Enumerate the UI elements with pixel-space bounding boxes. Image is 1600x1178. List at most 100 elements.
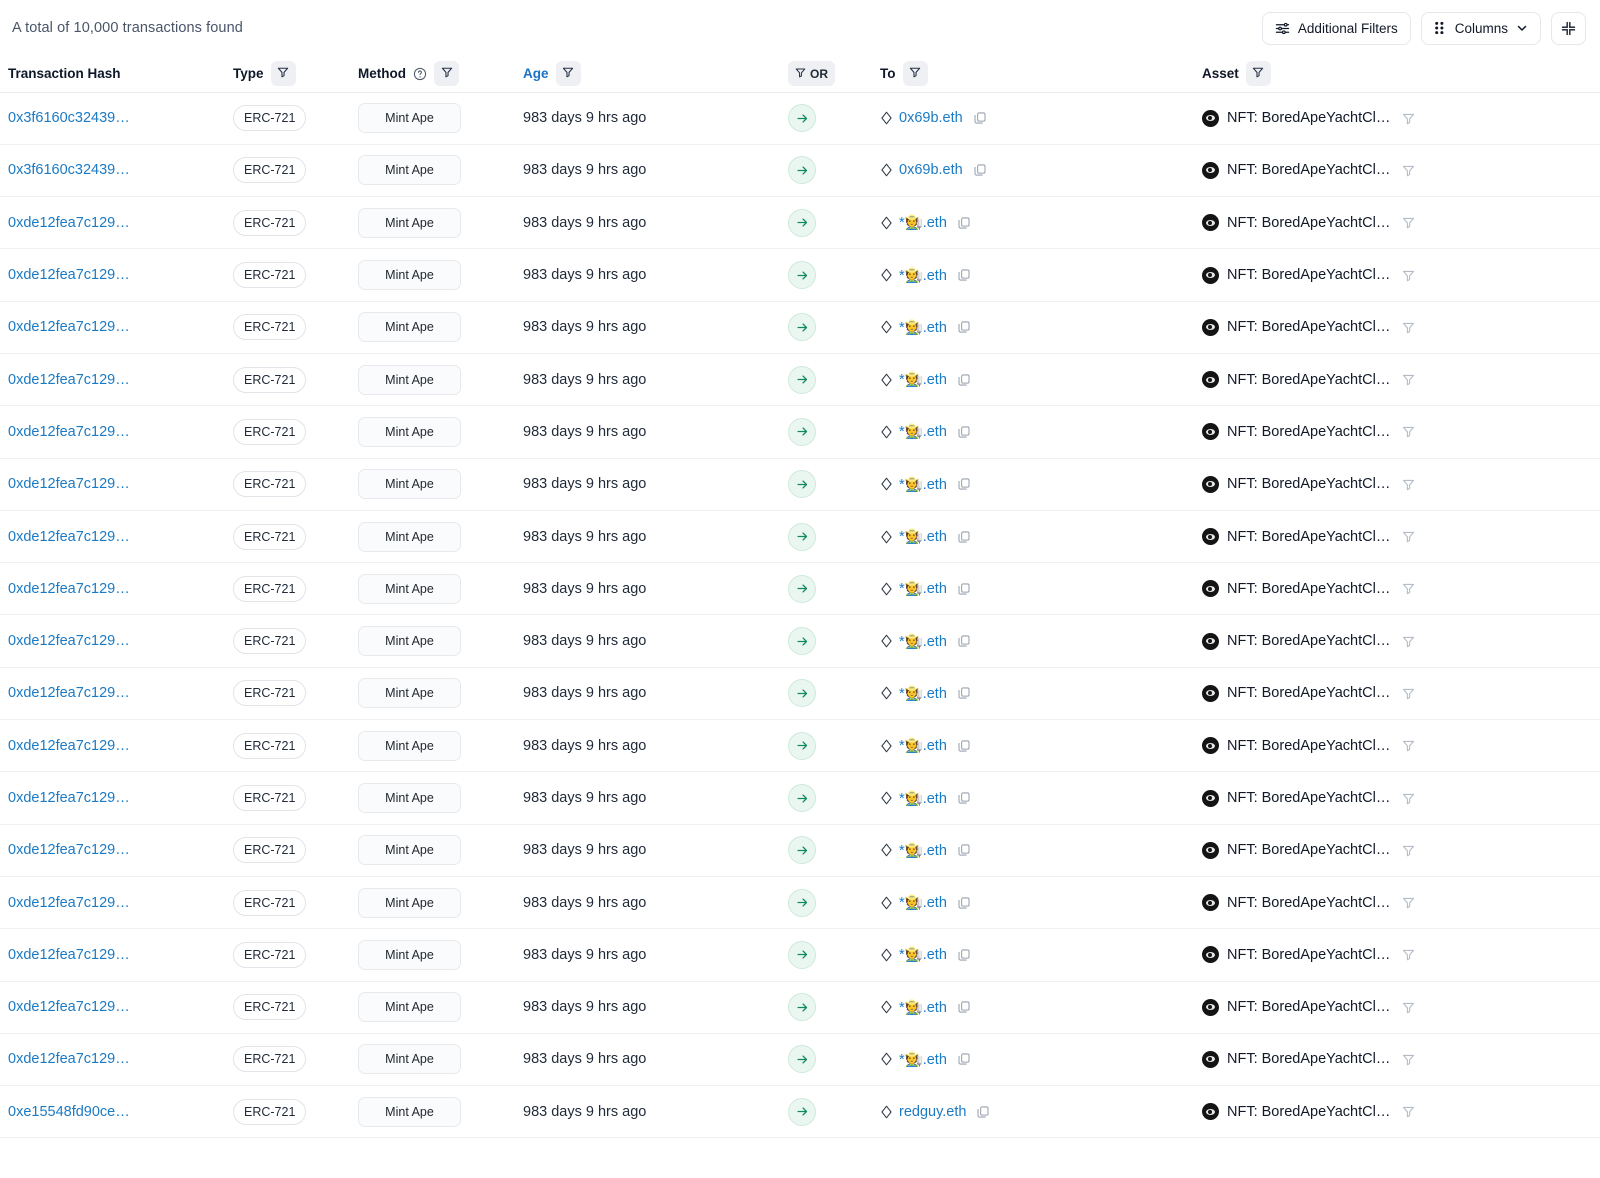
to-address-link[interactable]: *🧑‍🌾.eth	[899, 894, 947, 911]
method-pill[interactable]: Mint Ape	[358, 365, 461, 395]
copy-icon[interactable]	[957, 843, 971, 857]
asset-row-filter-icon[interactable]	[1402, 582, 1415, 595]
to-address-link[interactable]: *🧑‍🌾.eth	[899, 580, 947, 597]
asset-row-filter-icon[interactable]	[1402, 635, 1415, 648]
to-address-link[interactable]: *🧑‍🌾.eth	[899, 633, 947, 650]
asset-row-filter-icon[interactable]	[1402, 1105, 1415, 1118]
to-address-link[interactable]: *🧑‍🌾.eth	[899, 423, 947, 440]
to-filter-button[interactable]	[903, 61, 928, 86]
arrow-right-icon[interactable]	[788, 679, 816, 707]
transaction-hash-link[interactable]: 0xde12fea7c129…	[8, 947, 130, 963]
arrow-right-icon[interactable]	[788, 104, 816, 132]
to-address-link[interactable]: *🧑‍🌾.eth	[899, 946, 947, 963]
method-pill[interactable]: Mint Ape	[358, 103, 461, 133]
method-pill[interactable]: Mint Ape	[358, 155, 461, 185]
copy-icon[interactable]	[957, 216, 971, 230]
asset-row-filter-icon[interactable]	[1402, 792, 1415, 805]
transaction-hash-link[interactable]: 0xde12fea7c129…	[8, 529, 130, 545]
to-address-link[interactable]: redguy.eth	[899, 1104, 966, 1120]
copy-icon[interactable]	[957, 425, 971, 439]
asset-row-filter-icon[interactable]	[1402, 844, 1415, 857]
asset-row-filter-icon[interactable]	[1402, 164, 1415, 177]
transaction-hash-link[interactable]: 0xde12fea7c129…	[8, 685, 130, 701]
copy-icon[interactable]	[957, 320, 971, 334]
transaction-hash-link[interactable]: 0xde12fea7c129…	[8, 633, 130, 649]
method-pill[interactable]: Mint Ape	[358, 417, 461, 447]
method-pill[interactable]: Mint Ape	[358, 731, 461, 761]
asset-row-filter-icon[interactable]	[1402, 1053, 1415, 1066]
transaction-hash-link[interactable]: 0xde12fea7c129…	[8, 999, 130, 1015]
arrow-right-icon[interactable]	[788, 261, 816, 289]
to-address-link[interactable]: *🧑‍🌾.eth	[899, 214, 947, 231]
type-filter-button[interactable]	[271, 61, 296, 86]
to-address-link[interactable]: *🧑‍🌾.eth	[899, 528, 947, 545]
asset-row-filter-icon[interactable]	[1402, 478, 1415, 491]
transaction-hash-link[interactable]: 0xde12fea7c129…	[8, 267, 130, 283]
to-address-link[interactable]: *🧑‍🌾.eth	[899, 737, 947, 754]
method-pill[interactable]: Mint Ape	[358, 783, 461, 813]
asset-row-filter-icon[interactable]	[1402, 948, 1415, 961]
transaction-hash-link[interactable]: 0xde12fea7c129…	[8, 424, 130, 440]
arrow-right-icon[interactable]	[788, 418, 816, 446]
transaction-hash-link[interactable]: 0xde12fea7c129…	[8, 738, 130, 754]
to-address-link[interactable]: *🧑‍🌾.eth	[899, 842, 947, 859]
arrow-right-icon[interactable]	[788, 470, 816, 498]
copy-icon[interactable]	[957, 686, 971, 700]
copy-icon[interactable]	[957, 1000, 971, 1014]
to-address-link[interactable]: *🧑‍🌾.eth	[899, 1051, 947, 1068]
arrow-right-icon[interactable]	[788, 993, 816, 1021]
transaction-hash-link[interactable]: 0xde12fea7c129…	[8, 581, 130, 597]
copy-icon[interactable]	[957, 1052, 971, 1066]
asset-row-filter-icon[interactable]	[1402, 1001, 1415, 1014]
transaction-hash-link[interactable]: 0xde12fea7c129…	[8, 215, 130, 231]
arrow-right-icon[interactable]	[788, 313, 816, 341]
header-age-label[interactable]: Age	[523, 66, 549, 81]
asset-row-filter-icon[interactable]	[1402, 321, 1415, 334]
additional-filters-button[interactable]: Additional Filters	[1262, 12, 1411, 45]
method-pill[interactable]: Mint Ape	[358, 208, 461, 238]
to-address-link[interactable]: *🧑‍🌾.eth	[899, 476, 947, 493]
method-pill[interactable]: Mint Ape	[358, 888, 461, 918]
copy-icon[interactable]	[957, 373, 971, 387]
method-pill[interactable]: Mint Ape	[358, 940, 461, 970]
asset-row-filter-icon[interactable]	[1402, 425, 1415, 438]
method-pill[interactable]: Mint Ape	[358, 312, 461, 342]
method-pill[interactable]: Mint Ape	[358, 522, 461, 552]
arrow-right-icon[interactable]	[788, 575, 816, 603]
arrow-right-icon[interactable]	[788, 1045, 816, 1073]
arrow-right-icon[interactable]	[788, 156, 816, 184]
arrow-right-icon[interactable]	[788, 627, 816, 655]
copy-icon[interactable]	[957, 634, 971, 648]
transaction-hash-link[interactable]: 0xde12fea7c129…	[8, 372, 130, 388]
method-pill[interactable]: Mint Ape	[358, 1044, 461, 1074]
arrow-right-icon[interactable]	[788, 1098, 816, 1126]
asset-filter-button[interactable]	[1246, 61, 1271, 86]
transaction-hash-link[interactable]: 0xde12fea7c129…	[8, 319, 130, 335]
transaction-hash-link[interactable]: 0x3f6160c32439…	[8, 110, 130, 126]
arrow-right-icon[interactable]	[788, 836, 816, 864]
age-filter-button[interactable]	[556, 61, 581, 86]
arrow-right-icon[interactable]	[788, 784, 816, 812]
transaction-hash-link[interactable]: 0x3f6160c32439…	[8, 162, 130, 178]
asset-row-filter-icon[interactable]	[1402, 530, 1415, 543]
asset-row-filter-icon[interactable]	[1402, 216, 1415, 229]
help-circle-icon[interactable]	[413, 67, 427, 81]
arrow-right-icon[interactable]	[788, 209, 816, 237]
asset-row-filter-icon[interactable]	[1402, 373, 1415, 386]
method-pill[interactable]: Mint Ape	[358, 1097, 461, 1127]
transaction-hash-link[interactable]: 0xe15548fd90ce…	[8, 1104, 130, 1120]
to-address-link[interactable]: 0x69b.eth	[899, 110, 963, 126]
asset-row-filter-icon[interactable]	[1402, 687, 1415, 700]
asset-row-filter-icon[interactable]	[1402, 739, 1415, 752]
collapse-view-button[interactable]	[1551, 12, 1586, 45]
copy-icon[interactable]	[957, 948, 971, 962]
to-address-link[interactable]: 0x69b.eth	[899, 162, 963, 178]
method-pill[interactable]: Mint Ape	[358, 835, 461, 865]
or-filter-button[interactable]: OR	[788, 61, 835, 86]
arrow-right-icon[interactable]	[788, 523, 816, 551]
asset-row-filter-icon[interactable]	[1402, 896, 1415, 909]
copy-icon[interactable]	[957, 530, 971, 544]
to-address-link[interactable]: *🧑‍🌾.eth	[899, 999, 947, 1016]
method-pill[interactable]: Mint Ape	[358, 469, 461, 499]
arrow-right-icon[interactable]	[788, 366, 816, 394]
